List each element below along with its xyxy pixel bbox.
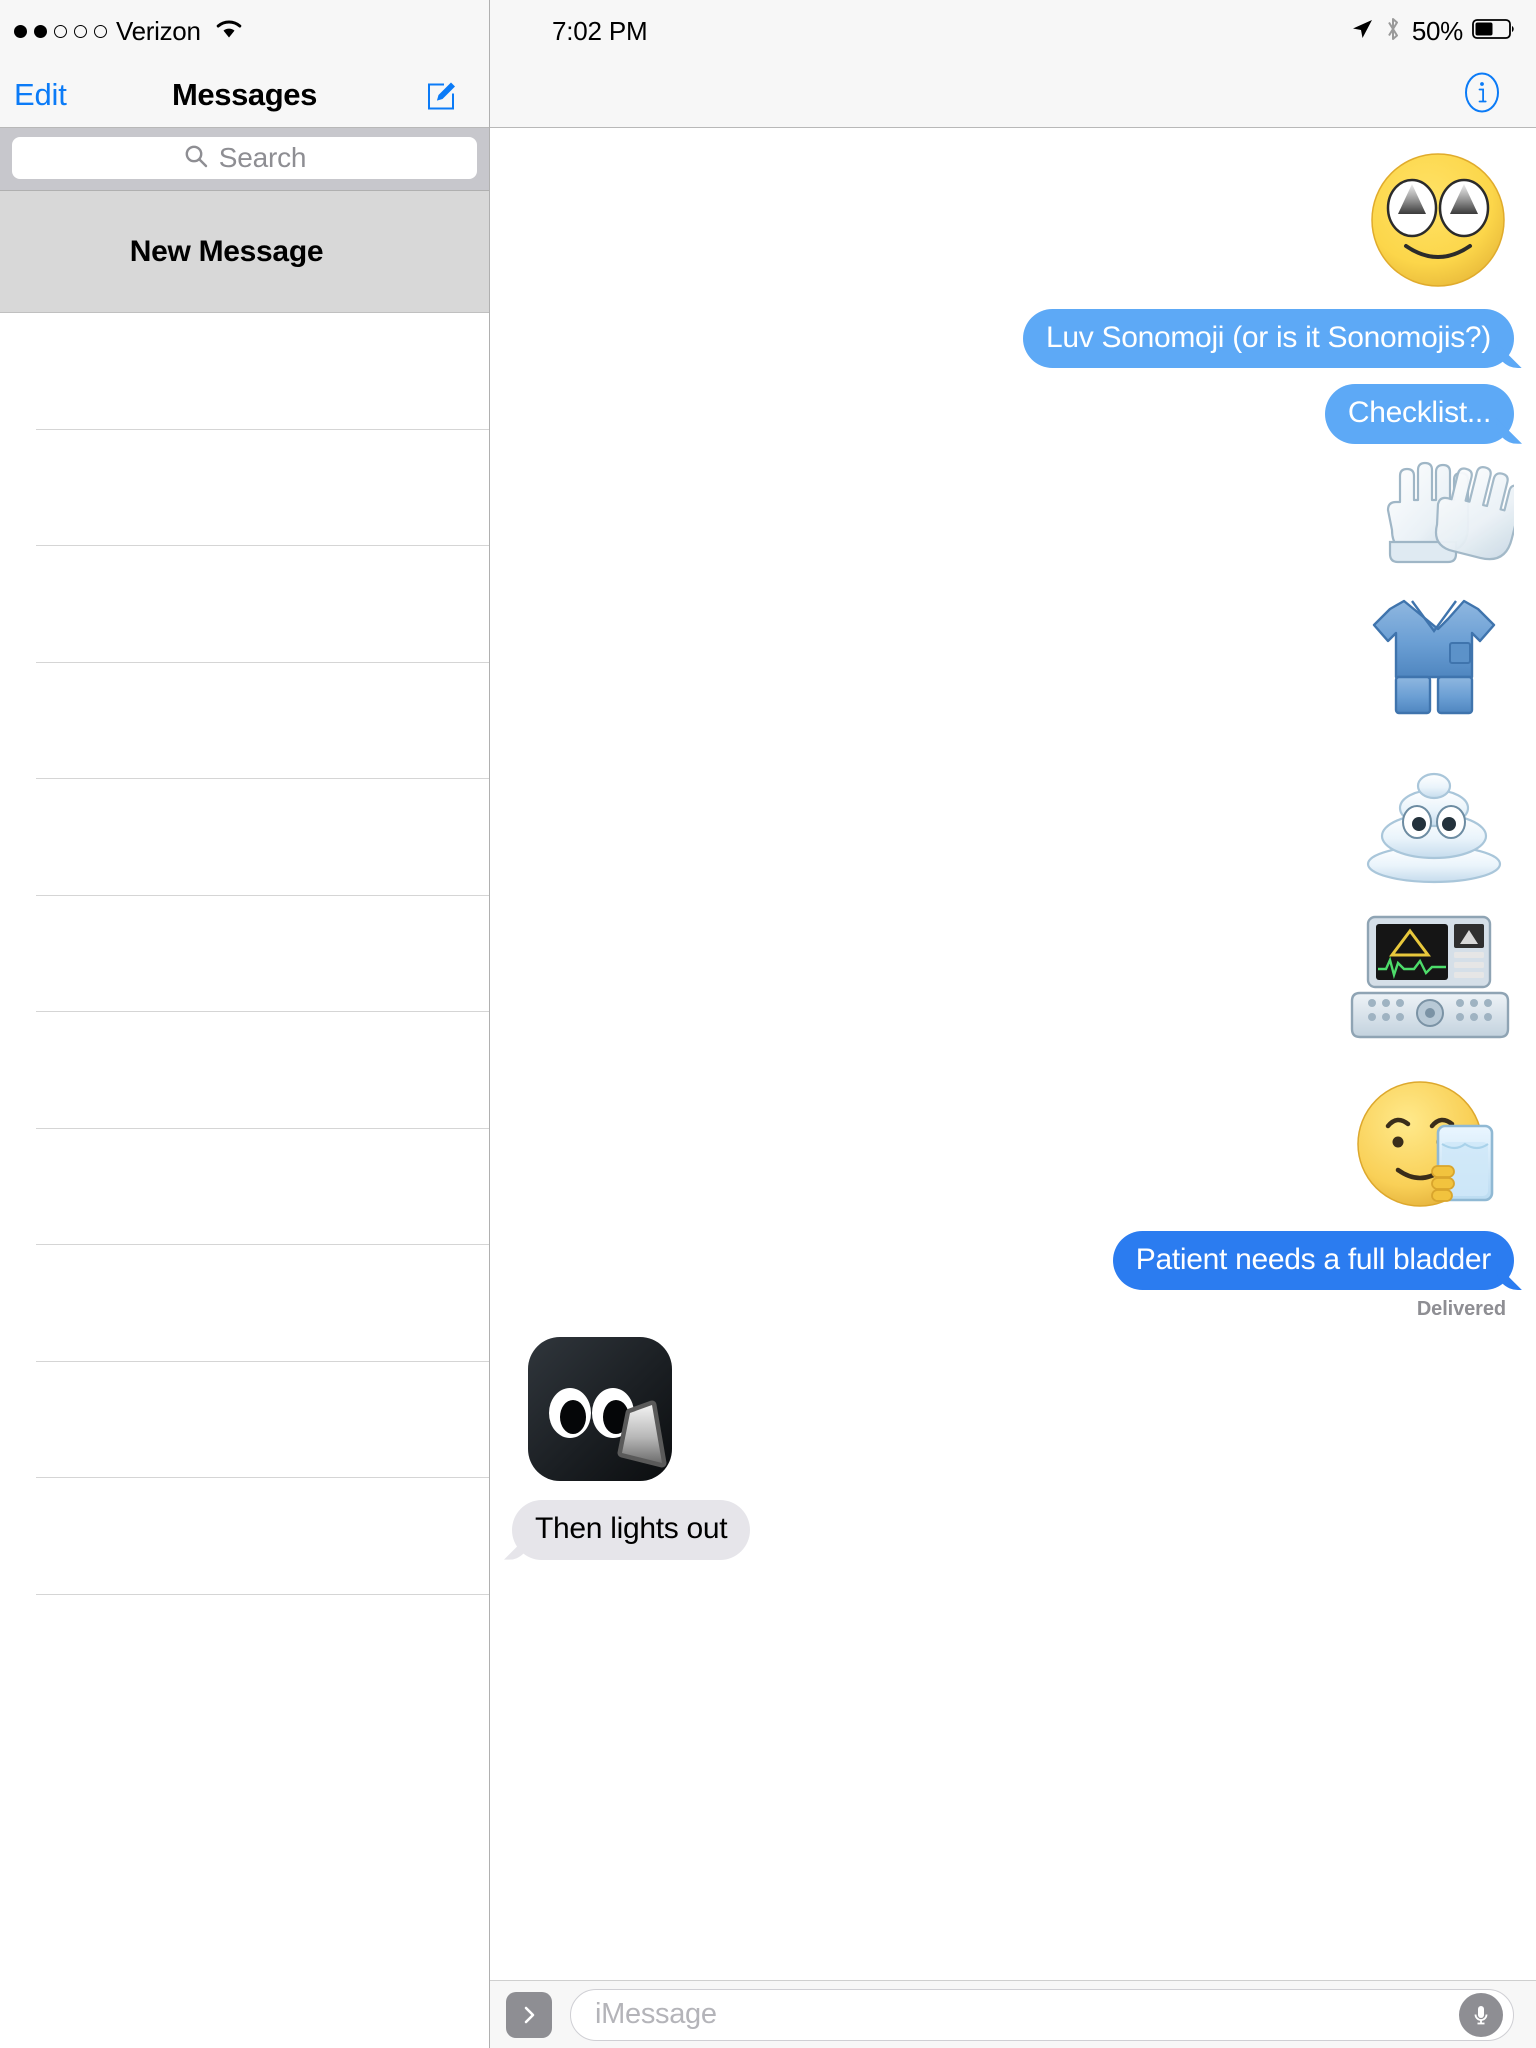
carrier-label: Verizon [116,15,201,46]
list-item[interactable] [0,779,489,896]
edit-button[interactable]: Edit [14,77,67,113]
list-item[interactable] [0,546,489,663]
sonomoji-gel-sticker [1354,762,1514,891]
status-badge-delivered: Delivered [1416,1298,1506,1321]
conversation-list[interactable] [0,313,489,2048]
microphone-icon[interactable] [1459,1992,1503,2037]
page-title: Messages [171,76,317,112]
status-bar-left: Verizon [0,0,489,62]
chevron-right-icon[interactable] [506,1991,552,2038]
message-app-icon[interactable] [512,1335,1514,1488]
conversations-sidebar: Verizon Edit Messages Search New Message [0,0,490,2048]
list-item[interactable] [0,1129,489,1246]
signal-strength-dots [14,24,107,38]
message-sticker[interactable] [512,911,1514,1052]
list-item[interactable] [0,313,489,430]
message-sticker[interactable] [512,762,1514,891]
message-bubble[interactable]: Patient needs a full bladder [1112,1230,1514,1291]
conversation-navigation-bar [490,62,1536,128]
info-icon[interactable] [1460,70,1504,119]
sonomoji-app-icon [526,1335,674,1488]
sonomoji-ultrasound-machine-sticker [1346,911,1514,1052]
messages-app-window: Verizon Edit Messages Search New Message… [0,0,1536,2048]
location-arrow-icon [1350,17,1374,46]
sonomoji-drinking-water-face-sticker [1354,1074,1514,1219]
list-item[interactable] [0,663,489,780]
message-sticker[interactable] [512,591,1514,728]
message-input-bar: iMessage [490,1980,1536,2048]
message-sticker[interactable] [512,150,1514,295]
wifi-icon [214,18,244,45]
list-item[interactable] [0,1362,489,1479]
compose-icon[interactable] [421,72,461,117]
sonomoji-gloves-sticker [1362,454,1525,579]
message-row[interactable]: Then lights out [512,1500,1514,1560]
list-item[interactable] [0,430,489,547]
sonomoji-eyes-face-sticker [1362,150,1514,295]
list-item-new-message[interactable]: New Message [0,191,489,313]
clock-label: 7:02 PM [552,15,648,46]
imessage-input[interactable]: iMessage [570,1988,1514,2041]
new-message-label: New Message [129,234,324,268]
list-item[interactable] [0,1245,489,1362]
message-row[interactable]: Luv Sonomoji (or is it Sonomojis?) [512,309,1514,369]
battery-percent-label: 50% [1411,15,1463,46]
imessage-placeholder: iMessage [595,1998,717,2030]
status-indicators: 50% [1350,16,1516,47]
search-bar-container: Search [0,128,489,191]
message-row[interactable]: Checklist... [512,384,1514,444]
status-bar-right: 7:02 PM 50% [490,0,1536,62]
sonomoji-scrubs-sticker [1354,591,1514,728]
search-input[interactable]: Search [12,137,477,179]
conversation-pane: 7:02 PM 50% Luv Sonomoji (or is it Sonom… [490,0,1536,2048]
bluetooth-icon [1383,16,1403,47]
battery-icon [1472,18,1516,45]
list-item[interactable] [0,1012,489,1129]
message-bubble[interactable]: Luv Sonomoji (or is it Sonomojis?) [1023,309,1514,369]
list-item[interactable] [0,896,489,1013]
message-sticker[interactable] [512,1074,1514,1219]
message-row[interactable]: Patient needs a full bladder [512,1230,1514,1291]
sidebar-navigation-bar: Edit Messages [0,62,489,128]
message-bubble[interactable]: Checklist... [1324,384,1514,444]
search-placeholder: Search [218,142,307,173]
message-sticker[interactable] [512,454,1525,579]
message-thread[interactable]: Luv Sonomoji (or is it Sonomojis?) Check… [490,128,1536,1980]
search-icon [183,143,209,174]
message-bubble[interactable]: Then lights out [512,1500,751,1560]
list-item[interactable] [0,1478,489,1595]
